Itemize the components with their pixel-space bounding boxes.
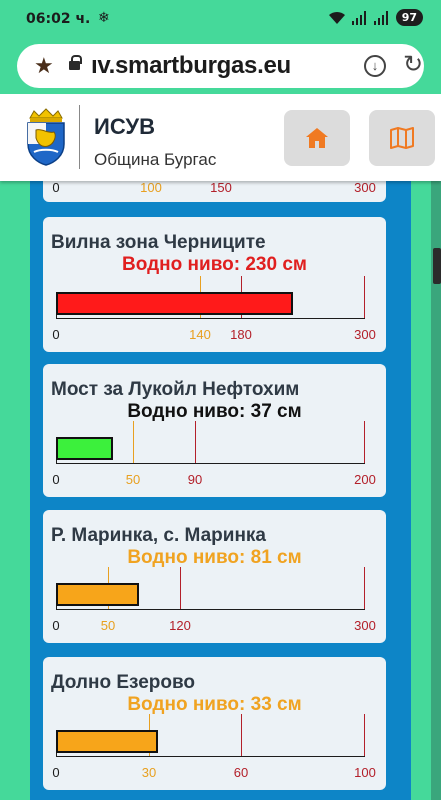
water-level-gauge: 0 50 90 200 (52, 419, 376, 489)
header-divider (79, 105, 80, 169)
threshold-tick (241, 714, 242, 756)
water-level-gauge: 0 30 60 100 (52, 712, 376, 782)
url-text[interactable]: ıv.smartburgas.eu (91, 52, 291, 80)
station-name: Вилна зона Черниците (51, 232, 266, 253)
station-card[interactable]: Долно Езерово Водно ниво: 33 см 0 30 60 100 (43, 657, 386, 790)
battery-indicator: 97 (395, 9, 423, 26)
tick-label: 0 (52, 180, 60, 195)
water-level-bar (56, 437, 113, 460)
tick-label: 150 (210, 180, 232, 195)
tick-label: 90 (187, 472, 203, 487)
threshold-tick (364, 567, 365, 609)
water-level-gauge: 0 140 180 300 (52, 274, 376, 344)
gauge-baseline (56, 609, 365, 610)
station-name: Мост за Лукойл Нефтохим (51, 379, 300, 400)
map-icon (390, 127, 414, 149)
tick-label: 100 (354, 765, 376, 780)
threshold-tick (180, 567, 181, 609)
snowflake-icon: ❄ (98, 10, 110, 26)
clock: 06:02 ч. (26, 11, 91, 27)
page-scrollbar-thumb[interactable] (433, 248, 441, 284)
app-title: ИСУВ (94, 114, 155, 139)
tick-label: 0 (52, 472, 60, 487)
tick-label: 0 (52, 765, 60, 780)
station-card[interactable]: Мост за Лукойл Нефтохим Водно ниво: 37 см… (43, 364, 386, 497)
download-icon[interactable]: ↓ (364, 55, 386, 77)
station-card[interactable]: Вилна зона Черниците Водно ниво: 230 см 0 1… (43, 217, 386, 352)
home-icon (306, 128, 328, 148)
tick-label: 30 (141, 765, 157, 780)
water-level-text: Водно ниво: 230 см (122, 254, 307, 275)
star-icon[interactable]: ★ (34, 53, 54, 79)
threshold-tick (364, 714, 365, 756)
app-subtitle: Община Бургас (94, 150, 217, 169)
status-bar: 06:02 ч. ❄ 97 (0, 0, 441, 38)
threshold-tick (195, 421, 196, 463)
status-icons: 97 (328, 9, 423, 26)
address-bar[interactable]: ★ ıv.smartburgas.eu ↓ ↻ (17, 44, 424, 88)
tick-label: 60 (233, 765, 249, 780)
browser-toolbar: ★ ıv.smartburgas.eu ↓ ↻ (0, 38, 441, 94)
gauge-baseline (56, 318, 365, 319)
map-button[interactable] (369, 110, 435, 166)
tick-label: 180 (230, 327, 252, 342)
home-button[interactable] (284, 110, 350, 166)
gauge-baseline (56, 463, 365, 464)
water-level-gauge: 0 50 120 300 (52, 565, 376, 635)
tick-label: 0 (52, 327, 60, 342)
station-name: Долно Езерово (51, 672, 196, 693)
app-header: ИСУВ Община Бургас (0, 94, 441, 181)
station-name: Р. Маринка, с. Маринка (51, 525, 266, 546)
tick-label: 50 (100, 618, 116, 633)
threshold-tick (364, 421, 365, 463)
tick-label: 300 (354, 618, 376, 633)
signal-icon-2 (373, 10, 388, 25)
tick-label: 300 (354, 327, 376, 342)
tick-label: 120 (169, 618, 191, 633)
threshold-tick (133, 421, 134, 463)
water-level-bar (56, 730, 158, 753)
lock-icon[interactable] (69, 55, 82, 70)
tick-label: 300 (354, 180, 376, 195)
wifi-icon (328, 11, 345, 24)
tick-label: 140 (189, 327, 211, 342)
gauge-baseline (56, 756, 365, 757)
station-card[interactable]: Р. Маринка, с. Маринка Водно ниво: 81 см 0… (43, 510, 386, 643)
tick-label: 0 (52, 618, 60, 633)
page-content: ИСУВ Община Бургас 0 100 150 300 Вилна з… (0, 94, 441, 800)
tick-label: 50 (125, 472, 141, 487)
signal-icon (351, 10, 366, 25)
burgas-crest-logo (27, 108, 65, 166)
tick-label: 200 (354, 472, 376, 487)
water-level-bar (56, 583, 139, 606)
page-scrollbar-track (431, 94, 441, 800)
threshold-tick (364, 276, 365, 318)
water-level-bar (56, 292, 293, 315)
tick-label: 100 (140, 180, 162, 195)
reload-icon[interactable]: ↻ (403, 50, 423, 79)
